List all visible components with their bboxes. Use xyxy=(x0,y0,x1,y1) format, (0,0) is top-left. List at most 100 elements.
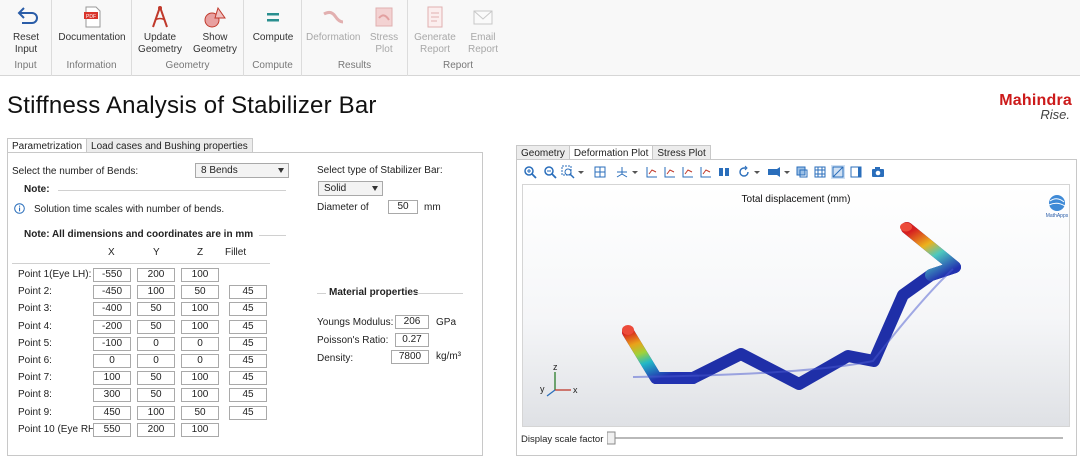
show-geometry-button[interactable]: Show Geometry xyxy=(190,4,240,56)
point-y-input[interactable]: 200 xyxy=(137,422,175,437)
stress-plot-button[interactable]: Stress Plot xyxy=(364,4,404,56)
transparency-icon[interactable] xyxy=(795,165,809,179)
legend-icon[interactable] xyxy=(849,165,863,179)
point-x-input[interactable]: -550 xyxy=(93,268,131,282)
point-z-input[interactable]: 50 xyxy=(181,285,219,300)
scene-light-icon[interactable] xyxy=(767,165,781,179)
point-fillet-input[interactable]: 45 xyxy=(229,336,267,351)
email-report-label: Email Report xyxy=(467,32,498,55)
view-yz-icon[interactable] xyxy=(663,165,677,179)
email-report-button[interactable]: Email Report xyxy=(462,4,504,56)
point-y-input[interactable]: 50 xyxy=(137,302,175,317)
point-z-input[interactable]: 100 xyxy=(181,388,219,403)
chevron-down-icon xyxy=(372,186,378,191)
point-z-input[interactable]: 0 xyxy=(181,336,219,351)
point-y-input[interactable]: 200 xyxy=(137,268,175,282)
brand-logo: Mahindra Rise. xyxy=(962,92,1074,124)
slider-thumb[interactable] xyxy=(607,431,616,445)
scale-factor-slider[interactable] xyxy=(607,431,1065,445)
axis-orientation-icon[interactable] xyxy=(615,165,629,179)
chevron-down-icon[interactable] xyxy=(753,165,761,179)
rotate-icon[interactable] xyxy=(737,165,751,179)
point-fillet-input[interactable]: 45 xyxy=(229,405,267,420)
shapes-icon xyxy=(204,6,226,28)
camera-icon[interactable] xyxy=(871,165,885,179)
point-y-input[interactable]: 50 xyxy=(137,388,175,403)
generate-report-button[interactable]: Generate Report xyxy=(412,4,458,56)
point-fillet-input[interactable]: 45 xyxy=(229,285,267,300)
point-x-input[interactable]: -100 xyxy=(93,336,131,351)
wireframe-icon[interactable] xyxy=(831,165,845,179)
zoom-in-icon[interactable] xyxy=(523,165,537,179)
point-x-input[interactable]: 0 xyxy=(93,354,131,368)
point-y-input[interactable]: 100 xyxy=(137,285,175,300)
point-fillet-input[interactable]: 45 xyxy=(229,354,267,368)
chevron-down-icon[interactable] xyxy=(577,165,585,179)
right-eye-cap xyxy=(900,222,912,232)
zoom-box-icon[interactable] xyxy=(561,165,575,179)
compute-label: Compute xyxy=(252,32,294,43)
chevron-down-icon[interactable] xyxy=(631,165,639,179)
bends-select[interactable]: 8 Bends xyxy=(195,163,289,178)
point-y-input[interactable]: 50 xyxy=(137,319,175,334)
point-z-input[interactable]: 0 xyxy=(181,354,219,368)
grid-icon[interactable] xyxy=(813,165,827,179)
point-x-input[interactable]: 450 xyxy=(93,405,131,420)
deformation-plot-canvas[interactable]: Total displacement (mm) MathApps z x y xyxy=(522,184,1070,427)
show-geometry-label: Show Geometry xyxy=(193,32,237,55)
update-geometry-button[interactable]: Update Geometry xyxy=(136,4,184,56)
zoom-out-icon[interactable] xyxy=(543,165,557,179)
point-x-input[interactable]: 300 xyxy=(93,388,131,403)
reset-input-button[interactable]: Reset Input xyxy=(8,4,44,56)
point-y-input[interactable]: 50 xyxy=(137,371,175,386)
youngs-modulus-input[interactable]: 206 xyxy=(395,315,429,329)
density-input[interactable]: 7800 xyxy=(391,350,429,364)
view-3d-icon[interactable] xyxy=(699,165,713,179)
point-z-input[interactable]: 100 xyxy=(181,422,219,437)
point-y-input[interactable]: 100 xyxy=(137,405,175,420)
view-xy-icon[interactable] xyxy=(645,165,659,179)
bar-type-select[interactable]: Solid xyxy=(318,181,383,196)
scale-factor-label: Display scale factor xyxy=(521,434,604,445)
point-x-input[interactable]: 100 xyxy=(93,371,131,386)
deformation-button[interactable]: Deformation xyxy=(306,4,360,44)
point-x-input[interactable]: -200 xyxy=(93,319,131,334)
point-z-input[interactable]: 100 xyxy=(181,268,219,282)
point-z-input[interactable]: 50 xyxy=(181,405,219,420)
point-x-input[interactable]: -400 xyxy=(93,302,131,317)
diameter-input[interactable]: 50 xyxy=(388,200,418,214)
point-z-input[interactable]: 100 xyxy=(181,371,219,386)
right-tabstrip: Geometry Deformation Plot Stress Plot xyxy=(516,145,711,160)
deformation-icon xyxy=(323,10,344,24)
point-label: Point 4: xyxy=(18,320,52,332)
point-fillet-input[interactable]: 45 xyxy=(229,302,267,317)
tab-geometry[interactable]: Geometry xyxy=(516,145,570,160)
diameter-label: Diameter of xyxy=(317,202,369,213)
point-y-input[interactable]: 0 xyxy=(137,336,175,351)
point-z-input[interactable]: 100 xyxy=(181,302,219,317)
tab-stress-plot[interactable]: Stress Plot xyxy=(652,145,711,160)
tab-parametrization[interactable]: Parametrization xyxy=(7,138,88,153)
poissons-ratio-input[interactable]: 0.27 xyxy=(395,333,429,347)
ribbon-group-report: Generate Report Email Report Report xyxy=(408,0,508,76)
point-fillet-input[interactable]: 45 xyxy=(229,388,267,403)
point-y-input[interactable]: 0 xyxy=(137,354,175,368)
documentation-button[interactable]: PDF Documentation xyxy=(58,4,126,44)
view-zx-icon[interactable] xyxy=(681,165,695,179)
chevron-down-icon[interactable] xyxy=(783,165,791,179)
zoom-extents-icon[interactable] xyxy=(593,165,607,179)
documentation-label: Documentation xyxy=(58,32,126,43)
col-header-x: X xyxy=(108,247,115,258)
point-x-input[interactable]: 550 xyxy=(93,422,131,437)
youngs-modulus-unit: GPa xyxy=(436,317,457,328)
point-label: Point 2: xyxy=(18,286,52,298)
point-fillet-input[interactable]: 45 xyxy=(229,371,267,386)
tab-deformation-plot[interactable]: Deformation Plot xyxy=(568,145,654,160)
point-z-input[interactable]: 100 xyxy=(181,319,219,334)
split-view-icon[interactable] xyxy=(717,165,731,179)
density-unit: kg/m³ xyxy=(436,351,461,362)
point-x-input[interactable]: -450 xyxy=(93,285,131,300)
tab-load-cases[interactable]: Load cases and Bushing properties xyxy=(86,138,253,153)
compute-button[interactable]: Compute xyxy=(250,4,296,44)
point-fillet-input[interactable]: 45 xyxy=(229,319,267,334)
